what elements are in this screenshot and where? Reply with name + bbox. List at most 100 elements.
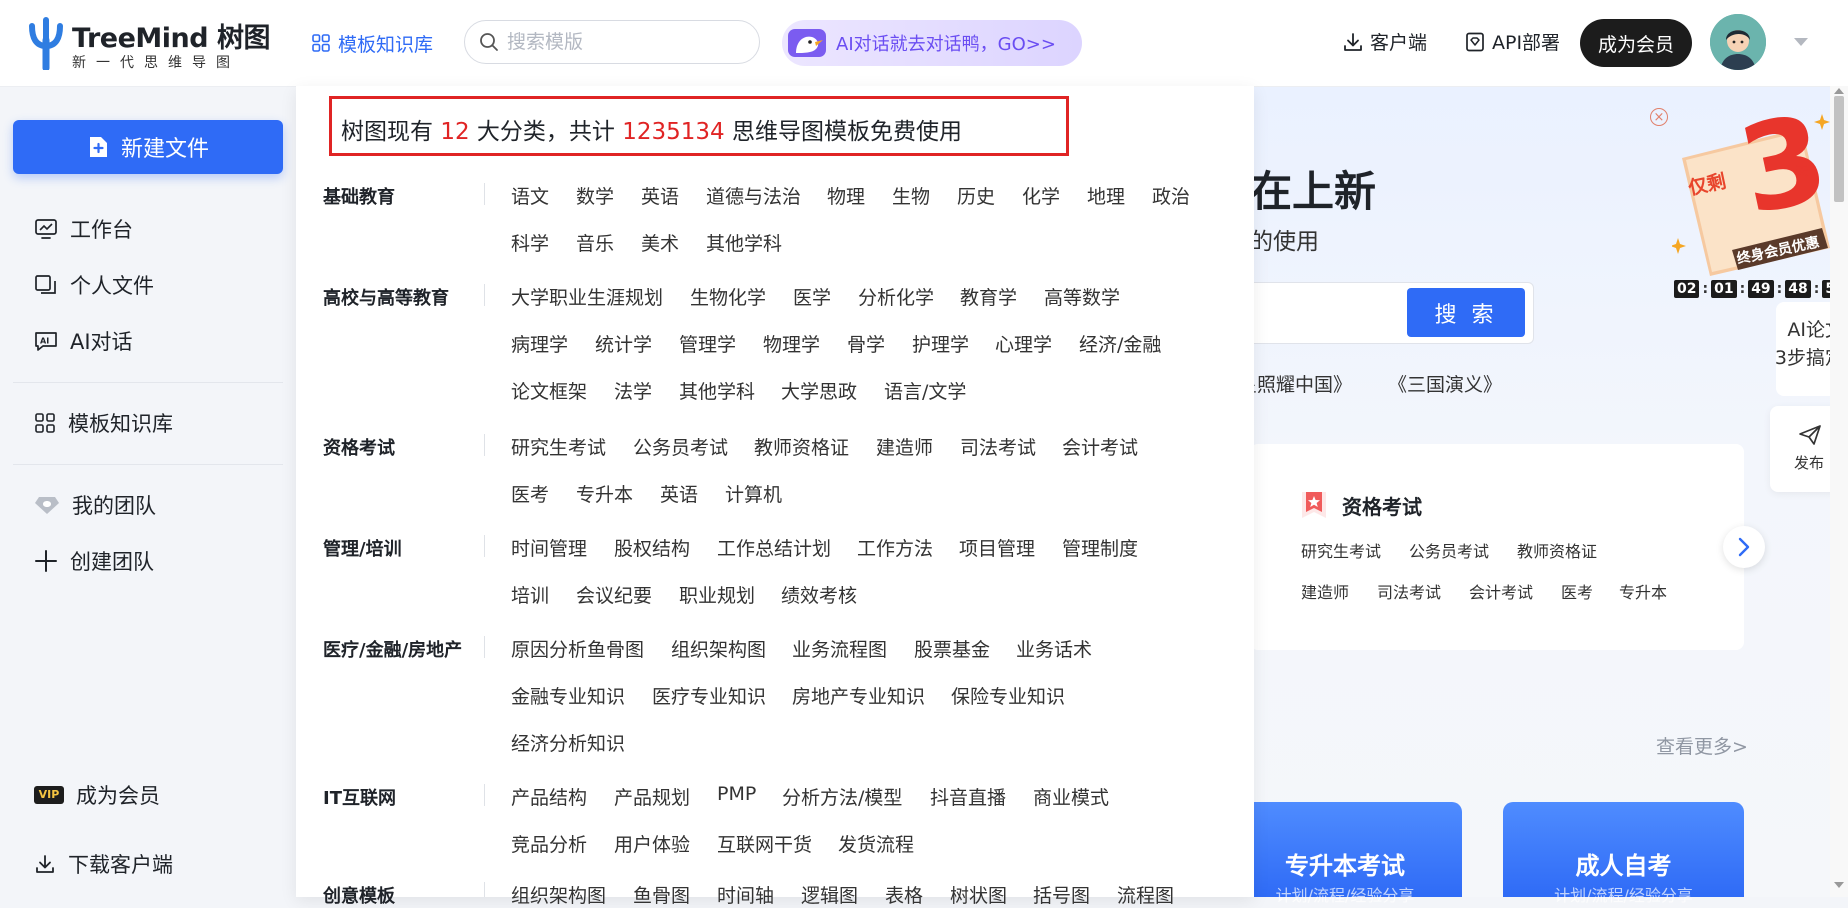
category-tag[interactable]: 保险专业知识 <box>951 682 1065 709</box>
category-tag[interactable]: 其他学科 <box>706 229 782 256</box>
category-tag[interactable]: 时间轴 <box>717 881 774 908</box>
page-scrollbar[interactable] <box>1830 86 1848 897</box>
see-more-link[interactable]: 查看更多> <box>1656 732 1748 759</box>
category-tag[interactable]: 括号图 <box>1033 881 1090 908</box>
card-tag[interactable]: 研究生考试 <box>1301 538 1381 562</box>
category-tag[interactable]: 组织架构图 <box>511 881 606 908</box>
hero-search-button[interactable]: 搜 索 <box>1407 288 1525 337</box>
category-tag[interactable]: 分析方法/模型 <box>782 783 902 810</box>
category-tag[interactable]: 政治 <box>1152 182 1190 209</box>
category-tag[interactable]: 管理学 <box>679 330 736 357</box>
lifetime-vip-promo[interactable]: 仅剩 3 天 终身会员优惠 <box>1670 89 1842 280</box>
category-tag[interactable]: 生物 <box>892 182 930 209</box>
category-tag[interactable]: 竞品分析 <box>511 830 587 857</box>
category-tag[interactable]: 会计考试 <box>1062 433 1138 460</box>
category-tag[interactable]: 绩效考核 <box>781 581 857 608</box>
hot-search-link[interactable]: 星照耀中国》 <box>1238 370 1352 397</box>
scroll-up-arrow[interactable] <box>1834 88 1844 94</box>
scrollbar-thumb[interactable] <box>1834 96 1844 202</box>
category-tag[interactable]: 组织架构图 <box>671 635 766 662</box>
category-tag[interactable]: 地理 <box>1087 182 1125 209</box>
category-tag[interactable]: 产品规划 <box>614 783 690 810</box>
category-tag[interactable]: 职业规划 <box>679 581 755 608</box>
category-tag[interactable]: 数学 <box>576 182 614 209</box>
category-tag[interactable]: 生物化学 <box>690 283 766 310</box>
category-tag[interactable]: 病理学 <box>511 330 568 357</box>
category-name[interactable]: 管理/培训 <box>323 535 402 561</box>
category-tag[interactable]: 法学 <box>614 377 652 404</box>
sidebar-item-become-member[interactable]: VIP 成为会员 <box>34 780 160 810</box>
sidebar-item-download-client[interactable]: 下载客户端 <box>34 849 173 879</box>
search-input[interactable] <box>505 30 739 54</box>
category-tag[interactable]: 心理学 <box>995 330 1052 357</box>
blue-topic-card[interactable]: 成人自考 计划/流程/经验分享 <box>1503 802 1744 905</box>
sidebar-item-my-team[interactable]: 我的团队 <box>34 490 156 520</box>
card-tag[interactable]: 公务员考试 <box>1409 538 1489 562</box>
category-tag[interactable]: 股票基金 <box>914 635 990 662</box>
scroll-down-arrow[interactable] <box>1834 882 1844 888</box>
user-avatar[interactable] <box>1710 14 1766 70</box>
category-tag[interactable]: 项目管理 <box>959 534 1035 561</box>
category-tag[interactable]: 工作方法 <box>857 534 933 561</box>
category-tag[interactable]: 分析化学 <box>858 283 934 310</box>
category-name[interactable]: 医疗/金融/房地产 <box>323 636 462 662</box>
card-tag[interactable]: 建造师 <box>1301 579 1349 603</box>
category-name[interactable]: IT互联网 <box>323 784 396 810</box>
category-tag[interactable]: 历史 <box>957 182 995 209</box>
category-tag[interactable]: 公务员考试 <box>633 433 728 460</box>
category-tag[interactable]: 统计学 <box>595 330 652 357</box>
category-tag[interactable]: 教师资格证 <box>754 433 849 460</box>
api-deploy-link[interactable]: API部署 <box>1464 28 1560 55</box>
category-tag[interactable]: 司法考试 <box>960 433 1036 460</box>
category-tag[interactable]: 物理学 <box>763 330 820 357</box>
category-name[interactable]: 创意模板 <box>323 882 395 908</box>
category-tag[interactable]: 树状图 <box>950 881 1007 908</box>
category-tag[interactable]: 大学思政 <box>781 377 857 404</box>
category-tag[interactable]: 管理制度 <box>1062 534 1138 561</box>
category-tag[interactable]: 英语 <box>641 182 679 209</box>
category-tag[interactable]: 科学 <box>511 229 549 256</box>
category-tag[interactable]: 论文框架 <box>511 377 587 404</box>
hot-search-link[interactable]: 《三国演义》 <box>1388 370 1502 397</box>
promo-close-button[interactable]: × <box>1650 108 1668 126</box>
category-tag[interactable]: 骨学 <box>847 330 885 357</box>
category-tag[interactable]: 经济分析知识 <box>511 729 625 756</box>
category-tag[interactable]: 语言/文学 <box>884 377 966 404</box>
category-tag[interactable]: 产品结构 <box>511 783 587 810</box>
category-tag[interactable]: 逻辑图 <box>801 881 858 908</box>
sidebar-item-personal-files[interactable]: 个人文件 <box>34 270 154 300</box>
card-title[interactable]: 资格考试 <box>1300 490 1422 520</box>
account-dropdown-caret[interactable] <box>1794 38 1808 46</box>
category-tag[interactable]: 建造师 <box>876 433 933 460</box>
category-tag[interactable]: 业务流程图 <box>792 635 887 662</box>
category-tag[interactable]: 金融专业知识 <box>511 682 625 709</box>
category-tag[interactable]: 护理学 <box>912 330 969 357</box>
category-name[interactable]: 高校与高等教育 <box>323 284 449 310</box>
sidebar-item-workbench[interactable]: 工作台 <box>34 214 133 244</box>
category-tag[interactable]: 语文 <box>511 182 549 209</box>
category-tag[interactable]: 商业模式 <box>1033 783 1109 810</box>
sidebar-item-create-team[interactable]: 创建团队 <box>34 546 154 576</box>
category-tag[interactable]: 专升本 <box>576 480 633 507</box>
category-tag[interactable]: 培训 <box>511 581 549 608</box>
category-tag[interactable]: 互联网干货 <box>717 830 812 857</box>
category-tag[interactable]: 用户体验 <box>614 830 690 857</box>
treemind-logo[interactable]: TreeMind 树图 新一代思维导图 <box>26 14 270 74</box>
category-tag[interactable]: 会议纪要 <box>576 581 652 608</box>
new-file-button[interactable]: 新建文件 <box>13 120 283 174</box>
card-tag[interactable]: 专升本 <box>1619 579 1667 603</box>
category-tag[interactable]: 经济/金融 <box>1079 330 1161 357</box>
category-tag[interactable]: 物理 <box>827 182 865 209</box>
category-tag[interactable]: 化学 <box>1022 182 1060 209</box>
category-name[interactable]: 基础教育 <box>323 183 395 209</box>
category-tag[interactable]: 教育学 <box>960 283 1017 310</box>
category-tag[interactable]: 英语 <box>660 480 698 507</box>
ai-chat-banner[interactable]: AI对话就去对话鸭，GO>> <box>782 20 1082 66</box>
category-tag[interactable]: 股权结构 <box>614 534 690 561</box>
card-tag[interactable]: 会计考试 <box>1469 579 1533 603</box>
client-download-link[interactable]: 客户端 <box>1342 28 1427 55</box>
category-tag[interactable]: 原因分析鱼骨图 <box>511 635 644 662</box>
template-search[interactable] <box>464 20 760 64</box>
category-tag[interactable]: 医考 <box>511 480 549 507</box>
category-tag[interactable]: 其他学科 <box>679 377 755 404</box>
